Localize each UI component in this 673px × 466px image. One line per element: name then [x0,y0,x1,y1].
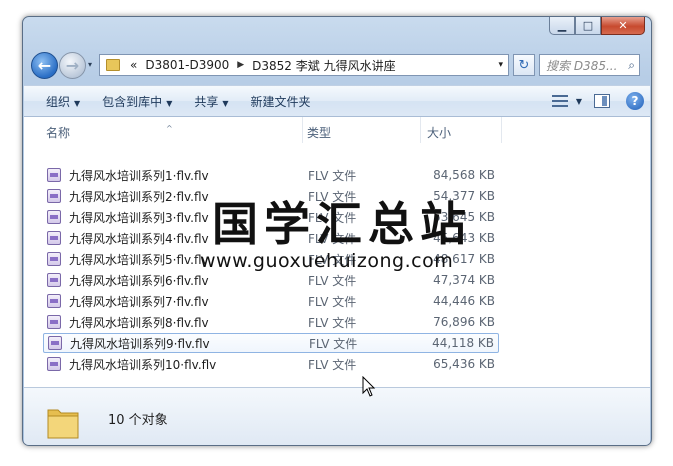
folder-large-icon [47,409,79,439]
chevron-down-icon: ▼ [166,98,173,108]
file-row[interactable]: 九得风水培训系列8·flv.flv FLV 文件 76,896 KB [43,312,499,332]
file-name: 九得风水培训系列4·flv.flv [69,231,209,246]
video-file-icon [47,231,61,245]
column-divider[interactable] [420,117,421,143]
search-placeholder: 搜索 D385... [546,58,618,73]
recent-pages-dropdown-icon[interactable]: ▾ [88,60,92,69]
share-label: 共享 [194,94,219,109]
include-in-library-label: 包含到库中 [102,94,163,109]
column-header-type[interactable]: 类型 [307,124,331,141]
file-size: 84,568 KB [433,168,495,182]
forward-button[interactable]: → [59,52,86,79]
file-name: 九得风水培训系列7·flv.flv [69,294,209,309]
minimize-button[interactable]: ▁ [549,17,575,35]
file-type: FLV 文件 [308,357,357,372]
new-folder-button[interactable]: 新建文件夹 [251,93,311,110]
column-header-size[interactable]: 大小 [427,124,451,141]
video-file-icon [47,252,61,266]
breadcrumb-separator-icon[interactable]: ▶ [233,60,248,70]
video-file-icon [47,210,61,224]
file-row[interactable]: 九得风水培训系列9·flv.flv FLV 文件 44,118 KB [43,333,499,353]
column-header-name[interactable]: 名称 [46,124,70,141]
view-options-icon[interactable] [551,95,568,107]
organize-label: 组织 [46,94,71,109]
file-row[interactable]: 九得风水培训系列6·flv.flv FLV 文件 47,374 KB [43,270,499,290]
file-row[interactable]: 九得风水培训系列1·flv.flv FLV 文件 84,568 KB [43,165,499,185]
file-name: 九得风水培训系列3·flv.flv [69,210,209,225]
details-pane: 10 个对象 [24,387,650,445]
file-name: 九得风水培训系列6·flv.flv [69,273,209,288]
folder-icon [106,59,120,71]
file-row[interactable]: 九得风水培训系列7·flv.flv FLV 文件 44,446 KB [43,291,499,311]
item-count: 10 个对象 [108,413,168,428]
video-file-icon [47,315,61,329]
file-name: 九得风水培训系列10·flv.flv [69,357,217,372]
file-type: FLV 文件 [308,315,357,330]
file-type: FLV 文件 [308,273,357,288]
search-input[interactable]: 搜索 D385... ⌕ [539,54,640,76]
file-size: 47,374 KB [433,273,495,287]
file-type: FLV 文件 [309,336,358,351]
file-name: 九得风水培训系列2·flv.flv [69,189,209,204]
breadcrumb-item-parent[interactable]: D3801-D3900 [141,58,233,72]
search-icon[interactable]: ⌕ [628,58,635,73]
navigation-bar: ← → ▾ « D3801-D3900 ▶ D3852 李斌 九得风水讲座 ▾ … [29,51,645,81]
video-file-icon [47,189,61,203]
video-file-icon [47,273,61,287]
command-bar: 组织 ▼ 包含到库中 ▼ 共享 ▼ 新建文件夹 ▼ ? [24,85,650,117]
file-row[interactable]: 九得风水培训系列10·flv.flv FLV 文件 65,436 KB [43,354,499,374]
help-icon[interactable]: ? [626,92,644,110]
organize-menu[interactable]: 组织 ▼ [46,93,80,110]
sort-ascending-icon: ^ [166,124,173,133]
watermark-url: www.guoxuehuizong.com [200,250,454,272]
breadcrumb-item-current[interactable]: D3852 李斌 九得风水讲座 [248,57,399,74]
file-name: 九得风水培训系列5·flv.flv [69,252,209,267]
watermark-title: 国学汇总站 [212,197,472,251]
file-size: 76,896 KB [433,315,495,329]
file-name: 九得风水培训系列1·flv.flv [69,168,209,183]
chevron-down-icon[interactable]: ▼ [576,97,582,106]
video-file-icon [48,336,62,350]
caption-buttons: ▁ □ ✕ [549,17,645,35]
refresh-button[interactable]: ↻ [513,54,535,76]
address-bar[interactable]: « D3801-D3900 ▶ D3852 李斌 九得风水讲座 ▾ [99,54,509,76]
video-file-icon [47,168,61,182]
file-type: FLV 文件 [308,168,357,183]
video-file-icon [47,294,61,308]
column-header-row: 名称 ^ 类型 大小 [24,117,650,143]
file-size: 44,446 KB [433,294,495,308]
breadcrumb-overflow[interactable]: « [126,58,141,72]
file-type: FLV 文件 [308,294,357,309]
share-menu[interactable]: 共享 ▼ [194,93,228,110]
file-size: 65,436 KB [433,357,495,371]
chevron-down-icon: ▼ [74,98,81,108]
file-size: 44,118 KB [432,336,494,350]
include-in-library-menu[interactable]: 包含到库中 ▼ [102,93,172,110]
video-file-icon [47,357,61,371]
address-dropdown-icon[interactable]: ▾ [493,60,508,70]
back-button[interactable]: ← [31,52,58,79]
chevron-down-icon: ▼ [222,98,229,108]
close-button[interactable]: ✕ [601,17,645,35]
preview-pane-icon[interactable] [594,94,610,108]
file-name: 九得风水培训系列9·flv.flv [70,336,210,351]
mouse-cursor-icon [362,376,376,397]
file-name: 九得风水培训系列8·flv.flv [69,315,209,330]
column-divider[interactable] [302,117,303,143]
maximize-button[interactable]: □ [575,17,601,35]
column-divider[interactable] [501,117,502,143]
